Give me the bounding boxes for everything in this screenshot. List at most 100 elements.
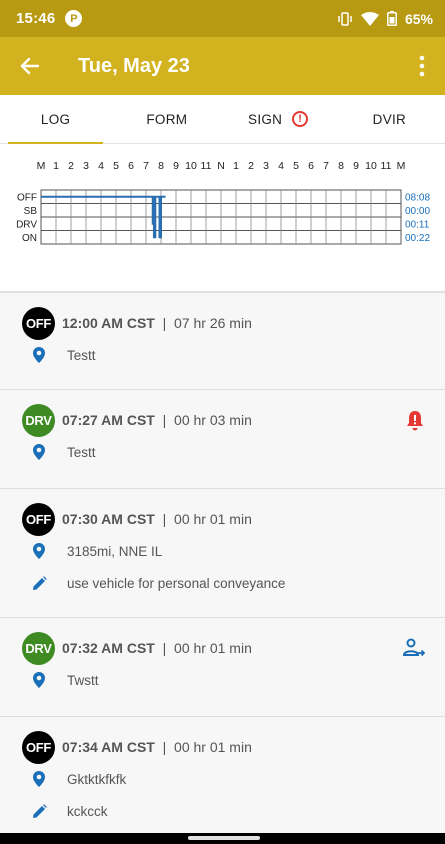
event-time: 12:00 AM CST | 07 hr 26 min: [62, 315, 252, 331]
location-pin-icon: [31, 543, 47, 559]
status-badge-off: OFF: [22, 306, 55, 340]
event-item[interactable]: OFF 12:00 AM CST | 07 hr 26 min Testt: [0, 293, 445, 390]
hour-tick-label: 11: [201, 160, 212, 172]
tab-dvir[interactable]: DVIR: [334, 95, 445, 143]
hour-tick-label: 3: [83, 160, 89, 172]
back-button[interactable]: [14, 51, 44, 81]
event-time: 07:27 AM CST | 00 hr 03 min: [62, 412, 252, 428]
location-pin-icon: [31, 771, 47, 787]
row-total-label: 00:11: [405, 219, 430, 230]
battery-icon: [386, 11, 397, 26]
row-total-label: 00:22: [405, 233, 430, 244]
tab-form[interactable]: FORM: [111, 95, 222, 143]
duty-driving-block: [152, 196, 155, 224]
hour-tick-label: 7: [143, 160, 149, 172]
event-duration: 00 hr 01 min: [174, 511, 252, 527]
wifi-icon: [360, 11, 379, 26]
status-badge-drv: DRV: [22, 631, 55, 665]
hour-tick-label: 11: [381, 160, 392, 172]
pencil-icon: [31, 803, 47, 819]
event-start-time: 12:00 AM CST: [62, 315, 155, 331]
event-time: 07:30 AM CST | 00 hr 01 min: [62, 511, 252, 527]
row-status-label: OFF: [17, 192, 37, 203]
bell-alert-icon[interactable]: [405, 410, 425, 437]
hour-tick-label: 8: [158, 160, 164, 172]
app-bar: Tue, May 23: [0, 37, 445, 95]
event-duration: 07 hr 26 min: [174, 315, 252, 331]
event-item[interactable]: DRV 07:32 AM CST | 00 hr 01 min Twstt: [0, 618, 445, 717]
status-badge-off: OFF: [22, 730, 55, 764]
event-start-time: 07:30 AM CST: [62, 511, 155, 527]
person-transfer-icon[interactable]: [402, 638, 426, 663]
status-bar: 15:46 P 65%: [0, 0, 445, 37]
tab-log-label: LOG: [40, 111, 71, 127]
event-duration: 00 hr 03 min: [174, 412, 252, 428]
home-gesture-handle[interactable]: [188, 836, 260, 840]
event-location: Gktktkfkfk: [67, 771, 127, 787]
tab-sign[interactable]: SIGN!: [223, 95, 334, 143]
hour-tick-label: 6: [128, 160, 134, 172]
hour-tick-label: 4: [98, 160, 104, 172]
system-navigation-bar: [0, 833, 445, 844]
event-item[interactable]: OFF 07:30 AM CST | 00 hr 01 min 3185mi, …: [0, 489, 445, 618]
hour-tick-label: 2: [68, 160, 74, 172]
tab-sign-label: SIGN: [248, 111, 283, 127]
event-start-time: 07:32 AM CST: [62, 640, 155, 656]
row-status-label: SB: [24, 206, 38, 217]
hour-tick-label: M: [37, 160, 46, 172]
hour-tick-label: 9: [353, 160, 359, 172]
tab-bar: LOG FORM SIGN! DVIR: [0, 95, 445, 144]
status-badge-off: OFF: [22, 502, 55, 536]
hour-tick-label: 5: [293, 160, 299, 172]
event-start-time: 07:27 AM CST: [62, 412, 155, 428]
status-time: 15:46: [16, 10, 56, 27]
battery-percent: 65%: [404, 10, 433, 27]
event-location: Testt: [67, 347, 96, 363]
event-location: Testt: [67, 444, 96, 460]
row-status-label: ON: [22, 233, 37, 244]
warning-icon: !: [292, 111, 309, 127]
tab-log[interactable]: LOG: [0, 95, 111, 144]
more-vert-icon: [419, 55, 425, 77]
hour-tick-label: 2: [248, 160, 254, 172]
location-pin-icon: [31, 444, 47, 460]
hour-tick-label: 8: [338, 160, 344, 172]
row-total-label: 08:08: [405, 192, 430, 203]
event-duration: 00 hr 01 min: [174, 739, 252, 755]
event-location: Twstt: [67, 672, 99, 688]
tab-dvir-label: DVIR: [372, 111, 407, 127]
hour-tick-label: 10: [185, 160, 197, 172]
event-list: OFF 12:00 AM CST | 07 hr 26 min Testt DR…: [0, 293, 445, 844]
hour-tick-label: 4: [278, 160, 284, 172]
row-status-label: DRV: [16, 219, 37, 230]
pencil-icon: [31, 575, 47, 591]
hour-tick-label: 9: [173, 160, 179, 172]
event-time: 07:32 AM CST | 00 hr 01 min: [62, 640, 252, 656]
event-duration: 00 hr 01 min: [174, 640, 252, 656]
event-item[interactable]: DRV 07:27 AM CST | 00 hr 03 min Testt: [0, 390, 445, 489]
event-item[interactable]: OFF 07:34 AM CST | 00 hr 01 min Gktktkfk…: [0, 717, 445, 844]
hour-tick-label: 3: [263, 160, 269, 172]
hour-tick-label: 7: [323, 160, 329, 172]
event-time: 07:34 AM CST | 00 hr 01 min: [62, 739, 252, 755]
event-note: use vehicle for personal conveyance: [67, 575, 286, 591]
event-location: 3185mi, NNE IL: [67, 543, 163, 559]
event-note: kckcck: [67, 803, 108, 819]
page-title: Tue, May 23: [78, 54, 190, 77]
hour-tick-label: M: [397, 160, 406, 172]
status-badge-drv: DRV: [22, 403, 55, 437]
more-options-button[interactable]: [407, 49, 437, 83]
hour-tick-label: 1: [53, 160, 59, 172]
duty-graph-svg: M 1 2 3 4 5 6 7 8 9 10 11 N 1 2 3 4 5 6 7 8 9 10 11 MOFF 08:08SB 0…: [16, 160, 430, 245]
hour-tick-label: N: [217, 160, 225, 172]
location-pin-icon: [31, 347, 47, 363]
row-total-label: 00:00: [405, 206, 430, 217]
event-start-time: 07:34 AM CST: [62, 739, 155, 755]
duty-status-graph: M 1 2 3 4 5 6 7 8 9 10 11 N 1 2 3 4 5 6 7 8 9 10 11 M OFF 08:08 SB 0…: [0, 144, 445, 293]
arrow-left-icon: [20, 57, 39, 75]
app-notification-icon: P: [65, 10, 83, 27]
vibrate-icon: [338, 11, 352, 26]
location-pin-icon: [31, 672, 47, 688]
hour-tick-label: 10: [365, 160, 377, 172]
hour-tick-label: 1: [233, 160, 239, 172]
